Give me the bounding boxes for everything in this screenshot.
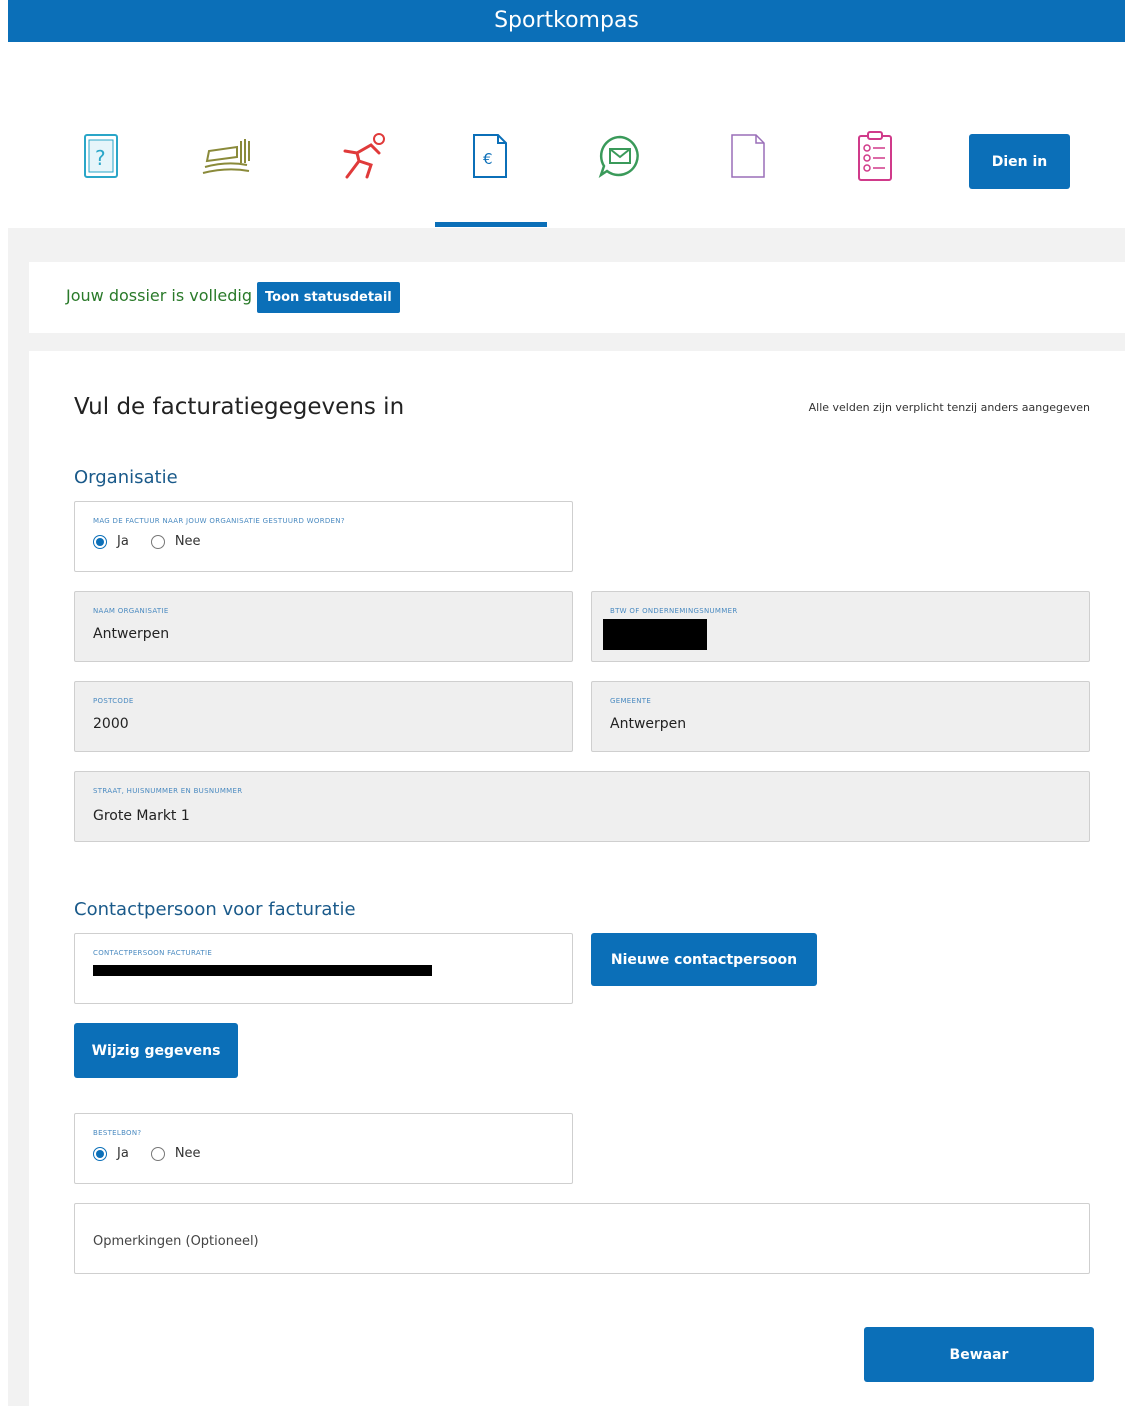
contact-person-field[interactable]: Contactpersoon facturatie xyxy=(74,933,573,1004)
dossier-status-text: Jouw dossier is volledig xyxy=(66,286,253,305)
send-to-org-no-label: Nee xyxy=(174,534,201,549)
redaction-bar xyxy=(603,619,707,650)
app-title: Sportkompas xyxy=(494,8,639,33)
street-label: Straat, huisnummer en busnummer xyxy=(93,787,243,795)
organisation-name-value: Antwerpen xyxy=(93,626,170,642)
send-to-organisation-group: Mag de factuur naar jouw organisatie ges… xyxy=(74,501,573,572)
street-field[interactable]: Straat, huisnummer en busnummer Grote Ma… xyxy=(74,771,1090,842)
order-form-no-radio[interactable] xyxy=(150,1146,165,1161)
redaction-bar xyxy=(93,965,432,976)
order-form-yes-label: Ja xyxy=(117,1146,129,1161)
send-to-org-yes-radio[interactable] xyxy=(93,534,107,549)
organisation-name-field[interactable]: Naam organisatie Antwerpen xyxy=(74,591,573,662)
page-title: Vul de facturatiegegevens in xyxy=(74,394,405,420)
step-activities[interactable] xyxy=(309,128,419,184)
organisation-name-label: Naam organisatie xyxy=(93,607,169,615)
svg-text:€: € xyxy=(483,150,493,168)
step-navigation: ? € Dien in xyxy=(0,42,1125,228)
order-form-group: Bestelbon? Ja Nee xyxy=(74,1113,573,1184)
step-invoicing[interactable]: € xyxy=(435,128,545,184)
vat-number-field[interactable]: BTW of ondernemingsnummer xyxy=(591,591,1090,662)
municipality-label: Gemeente xyxy=(610,697,652,705)
contact-person-label: Contactpersoon facturatie xyxy=(93,949,213,957)
required-fields-note: Alle velden zijn verplicht tenzij anders… xyxy=(808,401,1090,414)
step-communication[interactable] xyxy=(565,128,675,184)
postcode-value: 2000 xyxy=(93,716,129,732)
step-questions[interactable]: ? xyxy=(46,128,156,184)
organisation-heading: Organisatie xyxy=(74,467,178,488)
order-form-label: Bestelbon? xyxy=(93,1129,142,1137)
postcode-label: Postcode xyxy=(93,697,134,705)
municipality-field[interactable]: Gemeente Antwerpen xyxy=(591,681,1090,752)
step-infrastructure[interactable] xyxy=(172,128,282,184)
active-step-indicator xyxy=(435,222,547,227)
track-field-icon xyxy=(202,139,250,174)
order-form-yes-radio[interactable] xyxy=(93,1146,107,1161)
edit-details-button[interactable]: Wijzig gegevens xyxy=(74,1023,238,1078)
send-to-organisation-label: Mag de factuur naar jouw organisatie ges… xyxy=(93,517,345,525)
street-value: Grote Markt 1 xyxy=(93,808,190,824)
send-to-org-yes-label: Ja xyxy=(117,534,129,549)
step-documents[interactable] xyxy=(693,128,803,184)
municipality-value: Antwerpen xyxy=(610,716,687,732)
billing-form: Vul de facturatiegegevens in Alle velden… xyxy=(29,351,1125,1406)
new-contact-button[interactable]: Nieuwe contactpersoon xyxy=(591,933,817,986)
blank-document-icon xyxy=(731,134,765,178)
postcode-field[interactable]: Postcode 2000 xyxy=(74,681,573,752)
status-card: Jouw dossier is volledig Toon statusdeta… xyxy=(29,262,1125,333)
checklist-clipboard-icon xyxy=(858,131,892,181)
send-to-org-no-radio[interactable] xyxy=(150,534,165,549)
show-status-detail-button[interactable]: Toon statusdetail xyxy=(257,282,400,313)
app-header: Sportkompas xyxy=(8,0,1125,42)
submit-button[interactable]: Dien in xyxy=(969,134,1070,189)
save-button[interactable]: Bewaar xyxy=(864,1327,1094,1382)
vat-number-label: BTW of ondernemingsnummer xyxy=(610,607,738,615)
question-document-icon: ? xyxy=(84,134,118,178)
remarks-textarea[interactable]: Opmerkingen (Optioneel) xyxy=(74,1203,1090,1274)
runner-icon xyxy=(343,133,385,179)
remarks-placeholder: Opmerkingen (Optioneel) xyxy=(93,1234,259,1249)
order-form-no-label: Nee xyxy=(174,1146,201,1161)
chat-mail-icon xyxy=(598,135,639,179)
contact-heading: Contactpersoon voor facturatie xyxy=(74,899,356,920)
step-checklist[interactable] xyxy=(820,128,930,184)
invoice-euro-icon: € xyxy=(473,134,507,178)
svg-text:?: ? xyxy=(95,146,106,170)
